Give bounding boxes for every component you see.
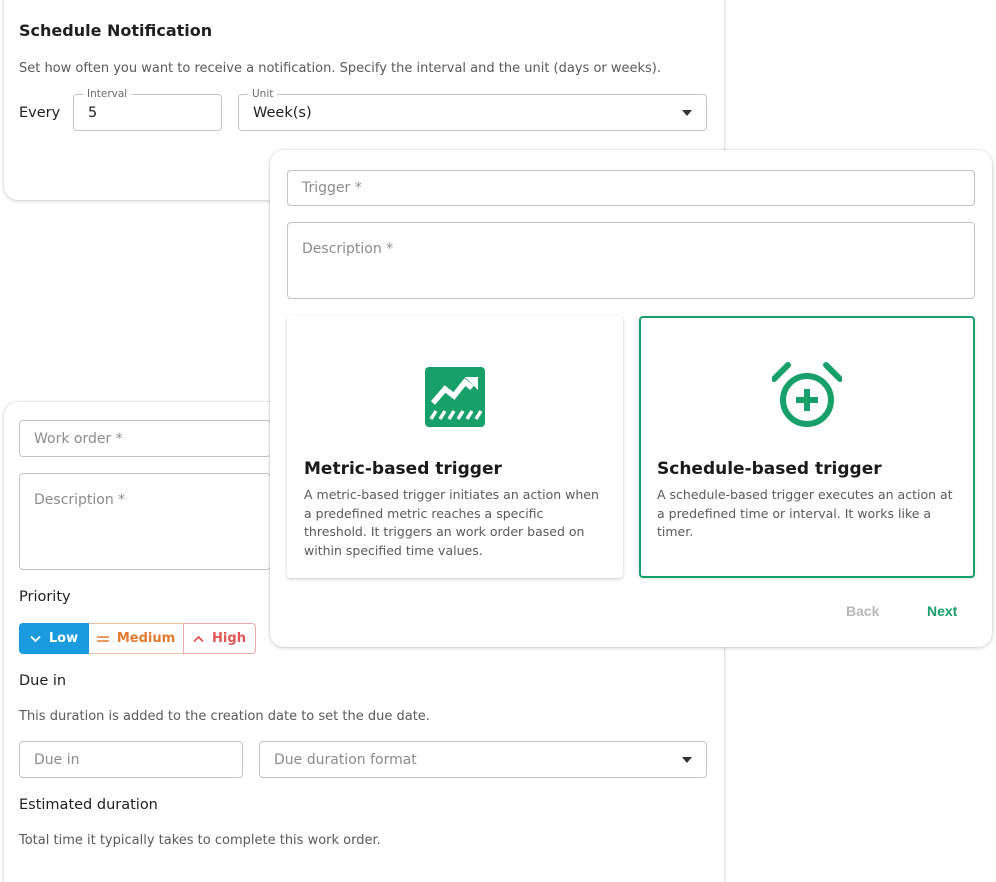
back-button[interactable]: Back <box>846 603 879 619</box>
priority-low-label: Low <box>48 631 79 646</box>
next-button[interactable]: Next <box>927 603 957 619</box>
priority-low-button[interactable]: Low <box>19 623 89 654</box>
interval-value: 5 <box>88 104 98 121</box>
unit-value: Week(s) <box>253 104 312 121</box>
work-order-input[interactable]: Work order * <box>19 420 271 457</box>
chevron-up-icon <box>193 635 204 642</box>
estimated-duration-label: Estimated duration <box>19 797 158 813</box>
trigger-input[interactable]: Trigger * <box>287 170 975 206</box>
chevron-down-icon <box>30 635 41 642</box>
alarm-clock-icon <box>772 362 842 427</box>
chevron-down-icon <box>682 756 692 763</box>
priority-medium-button[interactable]: Medium <box>89 623 184 654</box>
due-duration-format-select[interactable]: Due duration format <box>259 741 707 778</box>
due-in-placeholder: Due in <box>34 751 80 768</box>
priority-label: Priority <box>19 589 71 605</box>
unit-label: Unit <box>248 87 278 101</box>
work-order-description-input[interactable]: Description * <box>19 473 271 570</box>
due-in-description: This duration is added to the creation d… <box>19 709 430 724</box>
trigger-description-input[interactable]: Description * <box>287 222 975 299</box>
chevron-down-icon <box>682 109 692 116</box>
priority-high-button[interactable]: High <box>183 623 256 654</box>
metric-based-trigger-title: Metric-based trigger <box>304 459 502 479</box>
metric-based-trigger-option[interactable]: Metric-based trigger A metric-based trig… <box>287 316 623 578</box>
priority-medium-label: Medium <box>116 631 176 646</box>
trigger-description-placeholder: Description * <box>302 241 394 257</box>
due-in-label: Due in <box>19 673 67 689</box>
schedule-title: Schedule Notification <box>19 21 213 40</box>
metric-chart-icon <box>425 367 485 427</box>
schedule-description: Set how often you want to receive a noti… <box>19 61 662 76</box>
schedule-based-trigger-title: Schedule-based trigger <box>657 459 882 479</box>
due-duration-format-placeholder: Due duration format <box>274 751 417 768</box>
metric-based-trigger-description: A metric-based trigger initiates an acti… <box>304 487 599 558</box>
work-order-placeholder: Work order * <box>34 430 123 447</box>
unit-select[interactable]: Unit Week(s) <box>238 87 707 131</box>
estimated-duration-description: Total time it typically takes to complet… <box>19 833 381 848</box>
interval-label: Interval <box>83 87 132 101</box>
trigger-placeholder: Trigger * <box>302 180 362 196</box>
equals-icon <box>96 635 109 642</box>
schedule-based-trigger-description: A schedule-based trigger executes an act… <box>657 487 953 539</box>
schedule-based-trigger-option[interactable]: Schedule-based trigger A schedule-based … <box>639 316 975 578</box>
every-label: Every <box>19 105 61 121</box>
due-in-input[interactable]: Due in <box>19 741 243 778</box>
interval-input[interactable]: Interval 5 <box>73 87 222 131</box>
priority-high-label: High <box>212 631 246 646</box>
work-order-description-placeholder: Description * <box>34 492 126 508</box>
